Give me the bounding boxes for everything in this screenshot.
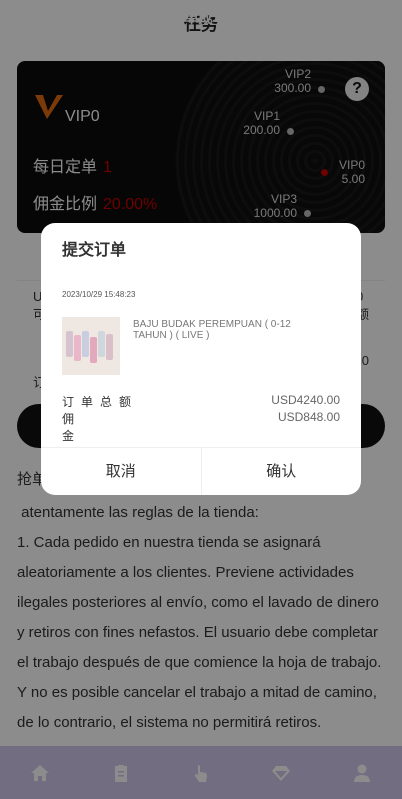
order-total-label: 订单总额 [62,395,139,409]
cancel-button[interactable]: 取消 [41,448,202,495]
commission-label: 佣金 [62,410,126,444]
order-time: 2023/10/29 15:48:23 [62,290,136,299]
submit-order-dialog: 提交订单 2023/10/29 15:48:23 BAJU BUDAK PERE… [41,223,361,495]
product-image [62,317,120,375]
product-name: BAJU BUDAK PEREMPUAN ( 0-12 TAHUN ) ( LI… [133,319,291,341]
dialog-title: 提交订单 [62,242,127,259]
commission-label-text: 佣金 [62,412,113,443]
order-total-value: USD4240.00 [271,393,340,407]
confirm-button[interactable]: 确认 [202,448,362,495]
dialog-footer: 取消 确认 [41,447,361,495]
commission-value: USD848.00 [277,410,340,424]
